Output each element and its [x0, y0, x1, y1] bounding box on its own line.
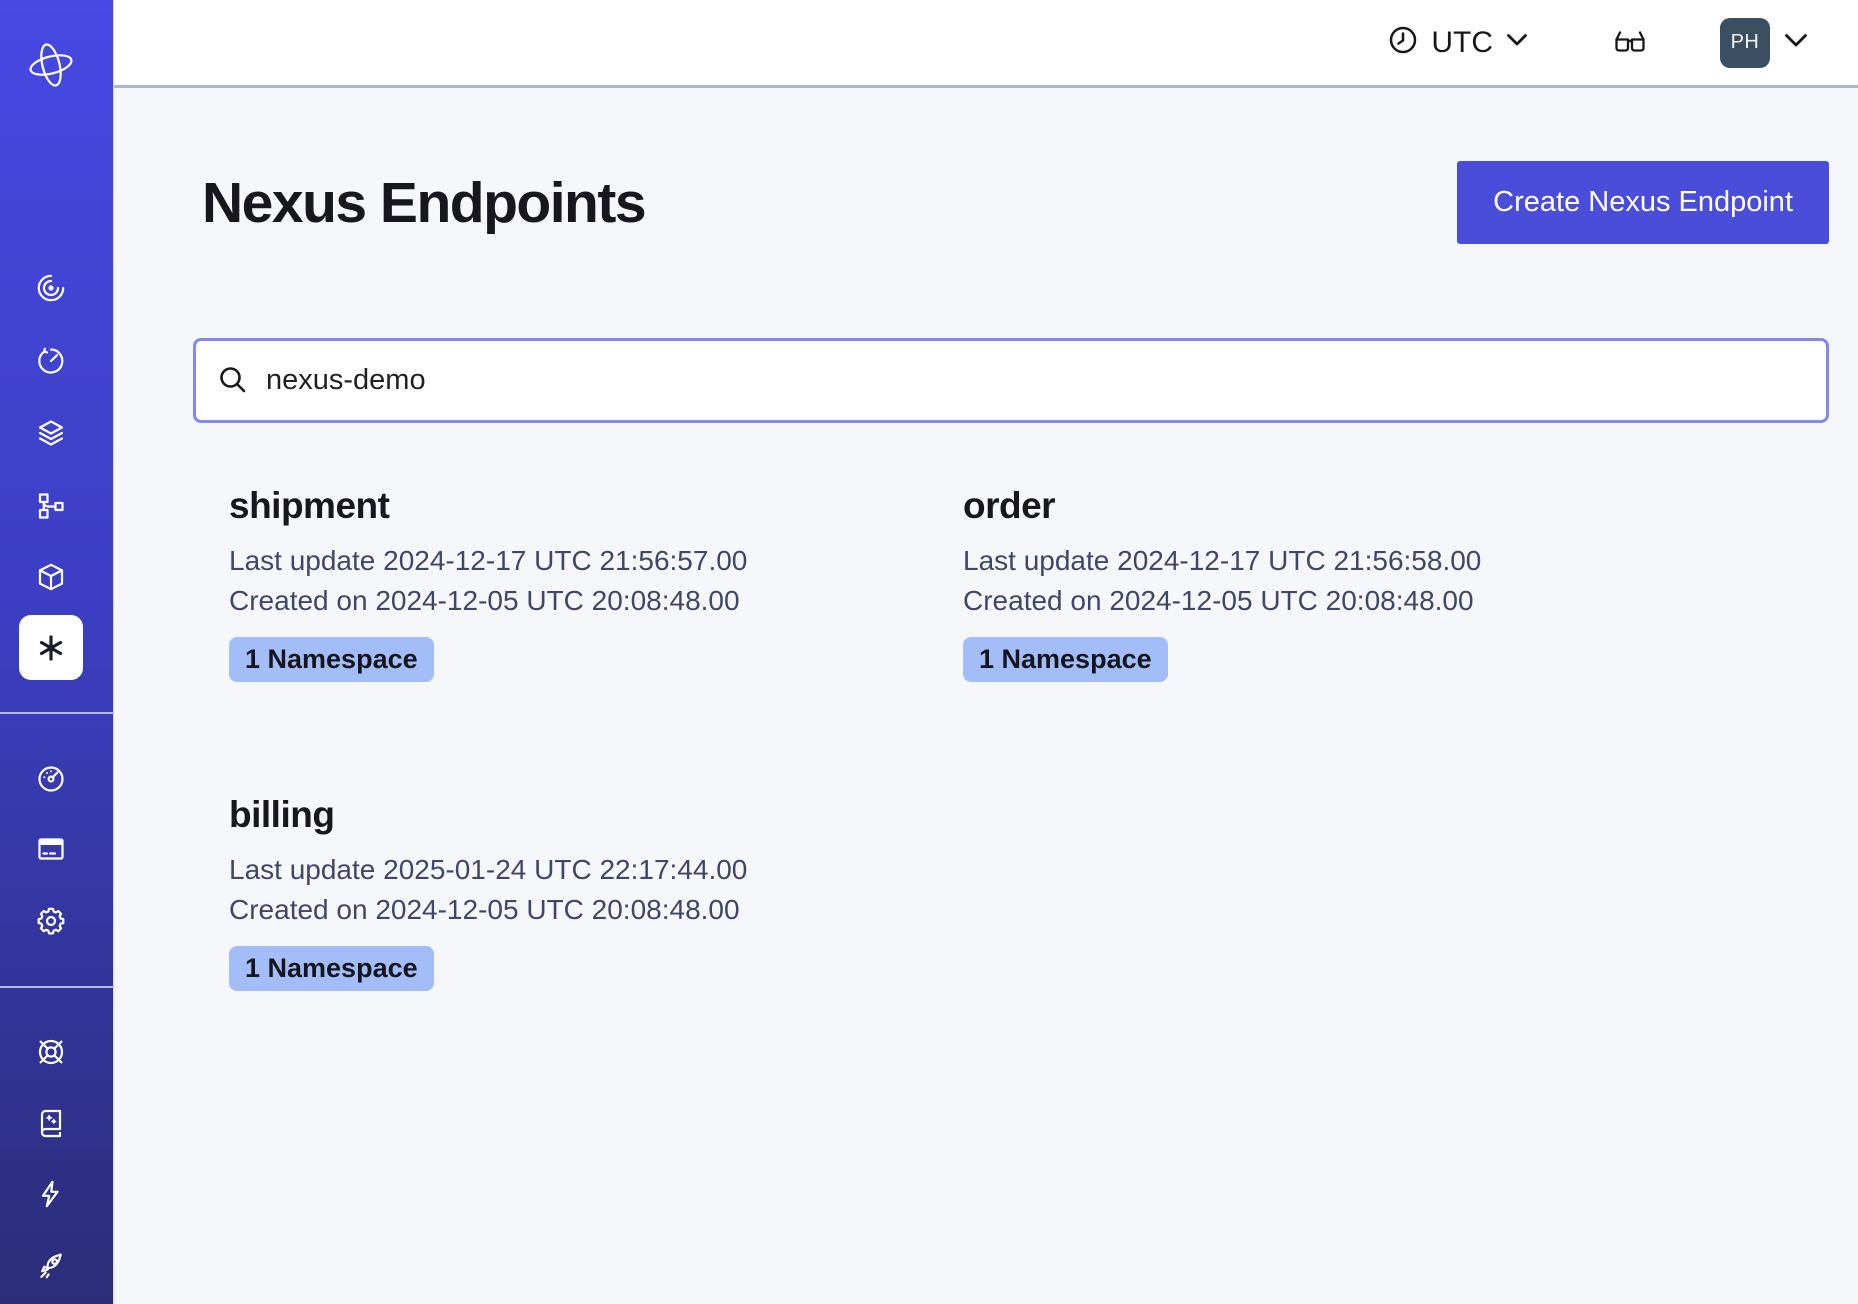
endpoint-name[interactable]: billing — [229, 794, 963, 836]
create-nexus-endpoint-button[interactable]: Create Nexus Endpoint — [1457, 161, 1829, 244]
namespace-badge: 1 Namespace — [229, 946, 434, 991]
endpoint-name[interactable]: order — [963, 485, 1829, 527]
gear-icon[interactable] — [36, 906, 66, 936]
page-title: Nexus Endpoints — [202, 170, 645, 236]
endpoint-last-update: Last update 2024-12-17 UTC 21:56:58.00 — [963, 541, 1829, 581]
book-sparkle-icon[interactable] — [36, 1108, 66, 1138]
endpoint-created: Created on 2024-12-05 UTC 20:08:48.00 — [229, 581, 963, 621]
endpoint-grid: shipment Last update 2024-12-17 UTC 21:5… — [229, 485, 1829, 991]
chevron-down-icon — [1784, 33, 1808, 53]
namespace-badge: 1 Namespace — [963, 637, 1168, 682]
search-input[interactable] — [193, 338, 1829, 423]
endpoint-card: order Last update 2024-12-17 UTC 21:56:5… — [963, 485, 1829, 682]
rocket-icon[interactable] — [36, 1251, 66, 1281]
branch-icon[interactable] — [36, 491, 66, 521]
temporal-logo[interactable] — [25, 39, 77, 91]
endpoint-last-update: Last update 2025-01-24 UTC 22:17:44.00 — [229, 850, 963, 890]
main-content: Nexus Endpoints Create Nexus Endpoint sh… — [114, 88, 1858, 991]
glasses-icon[interactable] — [1612, 29, 1648, 57]
sidebar-divider — [0, 986, 114, 988]
endpoint-created: Created on 2024-12-05 UTC 20:08:48.00 — [229, 890, 963, 930]
endpoint-last-update: Last update 2024-12-17 UTC 21:56:57.00 — [229, 541, 963, 581]
endpoint-created: Created on 2024-12-05 UTC 20:08:48.00 — [963, 581, 1829, 621]
chevron-down-icon — [1506, 33, 1528, 52]
topbar: UTC PH — [114, 0, 1858, 88]
endpoint-card: shipment Last update 2024-12-17 UTC 21:5… — [229, 485, 963, 682]
layers-icon[interactable] — [36, 418, 66, 448]
timezone-dropdown[interactable]: UTC — [1388, 25, 1528, 60]
gauge-icon[interactable] — [36, 764, 66, 794]
endpoint-card: billing Last update 2025-01-24 UTC 22:17… — [229, 794, 963, 991]
life-ring-icon[interactable] — [36, 1037, 66, 1067]
asterisk-icon[interactable] — [19, 615, 83, 680]
timezone-label: UTC — [1431, 26, 1493, 60]
avatar: PH — [1720, 18, 1770, 68]
credit-card-icon[interactable] — [36, 834, 66, 864]
cube-icon[interactable] — [36, 562, 66, 592]
account-menu[interactable]: PH — [1720, 18, 1808, 68]
lightning-icon[interactable] — [36, 1179, 66, 1209]
namespace-badge: 1 Namespace — [229, 637, 434, 682]
endpoint-name[interactable]: shipment — [229, 485, 963, 527]
clock-icon — [1388, 25, 1418, 60]
timer-icon[interactable] — [36, 346, 66, 376]
sidebar — [0, 0, 114, 1304]
spiral-eye-icon[interactable] — [36, 273, 66, 303]
sidebar-divider — [0, 712, 114, 714]
